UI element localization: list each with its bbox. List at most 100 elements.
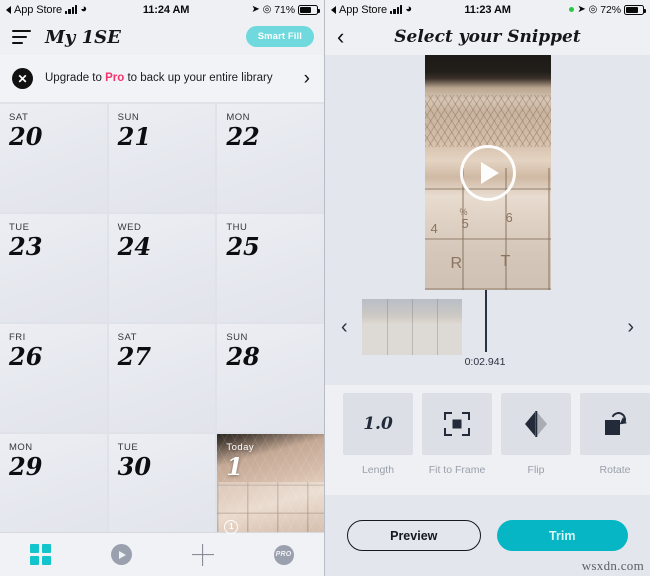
app-root: App Store ◕ 11:24 AM ➤ ◎ 71% My 1SE Smar… (0, 0, 650, 576)
tool-flip[interactable]: Flip (501, 393, 571, 476)
battery-percent: 72% (600, 3, 621, 16)
chevron-left-icon[interactable]: ‹ (337, 26, 361, 48)
calendar-cell-day: 23 (9, 232, 43, 261)
timeline-playhead[interactable] (485, 290, 487, 352)
chevron-right-icon[interactable]: › (304, 69, 314, 88)
status-time: 11:24 AM (142, 3, 190, 16)
alarm-icon: ◎ (588, 4, 598, 15)
right-nav-bar: ‹ Select your Snippet (325, 19, 650, 55)
smart-fill-button[interactable]: Smart Fill (245, 26, 314, 47)
tool-rotate[interactable]: Rotate (580, 393, 650, 476)
status-back-to-app[interactable]: App Store ◕ (6, 4, 87, 16)
calendar-cell[interactable]: TUE 30 (108, 434, 216, 542)
speaker-mesh-decor (424, 94, 551, 147)
preview-button[interactable]: Preview (347, 520, 481, 551)
calendar-cell-day: 29 (9, 452, 43, 481)
banner-text-before: Upgrade to (45, 72, 106, 85)
pro-badge-icon: PRO (273, 544, 294, 565)
battery-icon (624, 4, 646, 15)
page-title: My 1SE (45, 26, 121, 48)
tool-box (580, 393, 650, 455)
video-frame[interactable]: 4 % 5 6 R T (424, 55, 551, 290)
calendar-cell[interactable]: SUN 21 (108, 104, 216, 212)
alarm-icon: ◎ (262, 4, 272, 15)
left-status-bar: App Store ◕ 11:24 AM ➤ ◎ 71% (0, 0, 324, 19)
status-back-to-app-2[interactable]: App Store ◕ (331, 4, 412, 16)
status-time: 11:23 AM (464, 3, 511, 16)
tool-box (501, 393, 571, 455)
green-recording-dot-icon (569, 7, 575, 12)
play-button-icon[interactable] (459, 144, 516, 201)
calendar-cell[interactable]: THU 25 (217, 214, 324, 322)
tool-label: Rotate (599, 464, 631, 476)
calendar-cell-day: 22 (226, 122, 260, 151)
timeline-next-button[interactable]: › (615, 299, 646, 355)
tab-library[interactable] (13, 539, 69, 571)
tool-fit-to-frame[interactable]: Fit to Frame (422, 393, 492, 476)
pro-highlight: Pro (105, 72, 125, 85)
key-label-5: 5 (461, 216, 469, 231)
location-arrow-icon: ➤ (577, 4, 586, 15)
key-label-4: 4 (430, 221, 438, 236)
tool-row: 1.0 Length Fit to Frame Flip Rotate (325, 385, 650, 488)
flip-icon (524, 411, 548, 437)
timeline-thumbnail-strip[interactable] (361, 299, 462, 355)
calendar-cell-day: 21 (117, 122, 152, 151)
calendar-cell[interactable]: SAT 27 (108, 324, 216, 432)
fit-to-frame-icon (444, 412, 470, 436)
status-app-name: App Store (14, 3, 63, 16)
bottom-tab-bar: PRO (0, 532, 324, 576)
right-phone-screen: App Store ◕ 11:23 AM ➤ ◎ 72% ‹ Select yo… (325, 0, 650, 576)
calendar-cell-day: 27 (117, 342, 152, 371)
key-label-t: T (500, 253, 511, 270)
status-right-cluster: ➤ ◎ 71% (251, 3, 320, 16)
hamburger-menu-icon[interactable] (12, 29, 31, 45)
signal-bars-icon (390, 5, 403, 14)
calendar-cell[interactable]: MON 29 (0, 434, 107, 542)
tool-box (422, 393, 492, 455)
calendar-cell[interactable]: TUE 23 (0, 214, 107, 322)
calendar-grid: SAT 20 SUN 21 MON 22 TUE 23 WED 24 THU 25 FRI 26 SAT 27… (0, 102, 324, 542)
timeline-prev-button[interactable]: ‹ (329, 299, 360, 355)
grid-icon (30, 544, 51, 565)
left-app-bar: My 1SE Smart Fill (0, 19, 324, 55)
tab-add[interactable] (175, 539, 231, 571)
upgrade-banner-text: Upgrade to Pro to back up your entire li… (45, 71, 292, 86)
battery-icon (298, 4, 320, 15)
back-triangle-icon (6, 5, 11, 14)
calendar-cell[interactable]: FRI 26 (0, 324, 107, 432)
battery-percent: 71% (274, 3, 295, 16)
play-circle-icon (111, 544, 132, 565)
tool-label: Length (361, 464, 395, 476)
tab-pro[interactable]: PRO (256, 539, 312, 571)
left-phone-screen: App Store ◕ 11:24 AM ➤ ◎ 71% My 1SE Smar… (0, 0, 325, 576)
upgrade-banner[interactable]: ✕ Upgrade to Pro to back up your entire … (0, 55, 324, 102)
calendar-cell[interactable]: SAT 20 (0, 104, 107, 212)
calendar-cell[interactable]: WED 24 (108, 214, 216, 322)
rotate-icon (603, 409, 629, 436)
calendar-cell[interactable]: Today 1 1 (217, 434, 324, 542)
length-icon: 1.0 (343, 393, 413, 455)
calendar-cell-day: 26 (9, 342, 43, 371)
calendar-cell-day: 30 (117, 452, 152, 481)
key-label-6: 6 (505, 210, 513, 225)
close-icon[interactable]: ✕ (12, 68, 33, 89)
calendar-cell[interactable]: SUN 28 (217, 324, 324, 432)
back-triangle-icon (331, 5, 336, 14)
action-bar: Preview Trim wsxdn.com (325, 495, 650, 576)
page-title: Select your Snippet (394, 27, 581, 47)
banner-text-after: to back up your entire library (124, 72, 273, 85)
signal-bars-icon (65, 5, 78, 14)
tool-length[interactable]: 1.0 Length (343, 393, 413, 476)
calendar-cell-day: 1 (226, 452, 244, 481)
trim-button[interactable]: Trim (496, 520, 628, 551)
status-app-name: App Store (339, 3, 388, 16)
calendar-cell-day: 28 (226, 342, 260, 371)
watermark: wsxdn.com (581, 558, 644, 573)
status-right-cluster: ➤ ◎ 72% (569, 3, 646, 16)
tab-play[interactable] (94, 539, 150, 571)
location-arrow-icon: ➤ (251, 4, 260, 15)
video-preview-area: 4 % 5 6 R T (325, 55, 650, 290)
calendar-cell[interactable]: MON 22 (217, 104, 324, 212)
key-label-r: R (450, 255, 463, 272)
